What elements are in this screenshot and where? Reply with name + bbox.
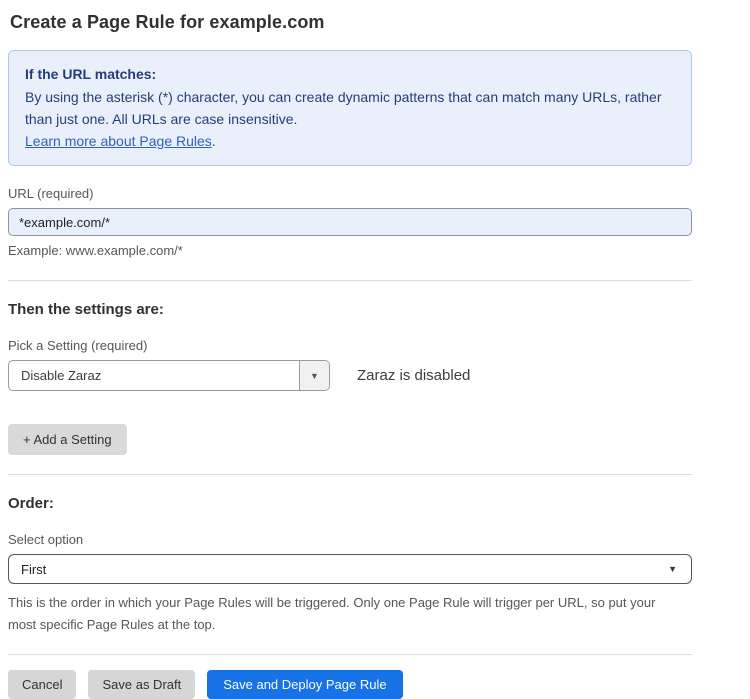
learn-more-link[interactable]: Learn more about Page Rules [25, 133, 212, 149]
order-help-text: This is the order in which your Page Rul… [8, 592, 680, 636]
order-dropdown-value: First [21, 562, 46, 577]
setting-row: Disable Zaraz ▼ Zaraz is disabled [8, 360, 692, 391]
save-as-draft-button[interactable]: Save as Draft [88, 670, 195, 699]
setting-dropdown[interactable]: Disable Zaraz ▼ [8, 360, 330, 391]
footer-actions: Cancel Save as Draft Save and Deploy Pag… [8, 670, 692, 699]
page-title: Create a Page Rule for example.com [10, 12, 692, 33]
settings-section-heading: Then the settings are: [8, 301, 692, 318]
chevron-down-icon: ▼ [668, 564, 677, 574]
add-setting-button[interactable]: + Add a Setting [8, 424, 127, 455]
save-and-deploy-button[interactable]: Save and Deploy Page Rule [207, 670, 402, 699]
url-match-info-box: If the URL matches: By using the asteris… [8, 50, 692, 166]
setting-status-text: Zaraz is disabled [357, 367, 470, 384]
link-suffix: . [212, 133, 216, 149]
url-input[interactable] [8, 208, 692, 236]
info-box-body: By using the asterisk (*) character, you… [25, 86, 665, 130]
info-link-line: Learn more about Page Rules. [25, 130, 675, 152]
pick-setting-label: Pick a Setting (required) [8, 338, 692, 353]
cancel-button[interactable]: Cancel [8, 670, 76, 699]
page-rule-form: Create a Page Rule for example.com If th… [8, 0, 692, 699]
info-box-heading: If the URL matches: [25, 63, 675, 85]
chevron-down-icon: ▼ [310, 371, 319, 381]
section-divider [8, 474, 692, 475]
section-divider [8, 280, 692, 281]
order-select-label: Select option [8, 532, 692, 547]
url-field-label: URL (required) [8, 186, 692, 201]
url-example-text: Example: www.example.com/* [8, 243, 692, 258]
footer-divider [8, 654, 692, 655]
setting-dropdown-value: Disable Zaraz [9, 361, 299, 390]
order-dropdown[interactable]: First ▼ [8, 554, 692, 584]
setting-dropdown-arrow-box[interactable]: ▼ [299, 361, 329, 390]
order-section-heading: Order: [8, 495, 692, 512]
